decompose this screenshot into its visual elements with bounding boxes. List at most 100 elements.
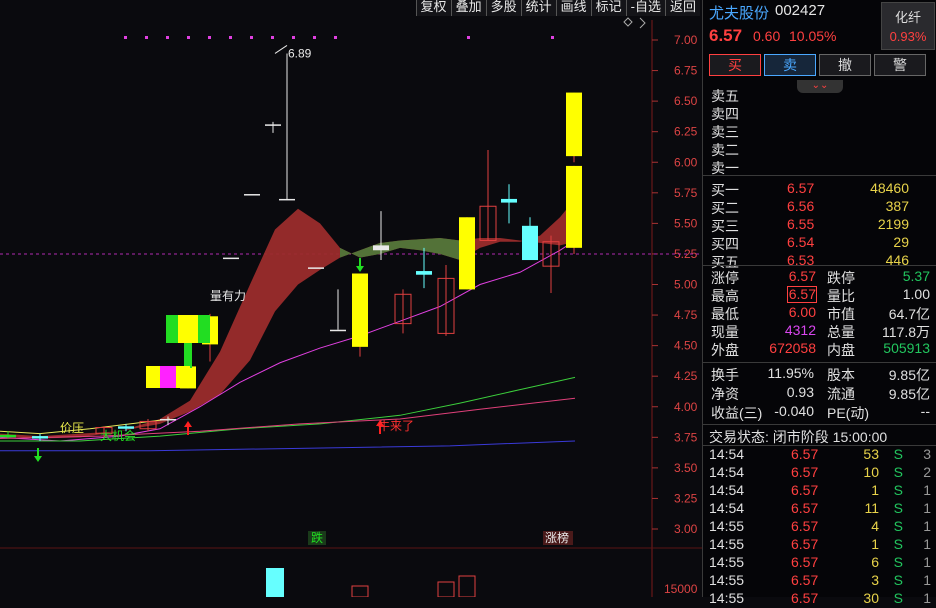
chevron-right-icon [639,17,646,29]
tick-side: S [893,464,903,480]
tick-row[interactable]: 14:54 6.57 53 S 3 [703,446,936,464]
divider [703,265,936,266]
signal-block [184,343,192,368]
tick-volume: 53 [863,446,879,462]
stat-label: 市值 [827,306,855,322]
toolbar-button[interactable]: 画线 [555,0,591,16]
price-change: 0.60 [753,28,781,44]
divider [703,424,936,425]
tick-row[interactable]: 14:55 6.57 30 S 1 [703,590,936,608]
y-tick-label: 7.00 [674,33,698,47]
tick-volume: 10 [863,464,879,480]
order-book-row[interactable]: 卖一 [703,158,936,176]
stat-label: 股本 [827,367,855,383]
stat-value: 1.00 [902,286,930,302]
order-level-label: 卖二 [711,142,739,158]
tick-price: 6.57 [791,446,819,462]
candle-body [279,198,295,201]
tick-volume: 11 [864,500,879,516]
tick-row[interactable]: 14:55 6.57 1 S 1 [703,536,936,554]
stat-value: 9.85亿 [888,367,930,383]
stat-label: 流通 [827,386,855,402]
order-book-row[interactable]: 买二 6.56 387 [703,198,936,216]
toolbar-button[interactable]: 复权 [415,0,451,16]
divider [703,362,936,363]
order-level-label: 卖四 [711,106,739,122]
stat-label: 量比 [827,288,855,304]
cancel-order-button[interactable]: 撤 [819,54,871,76]
kline-svg[interactable]: 7.006.756.506.256.005.755.505.255.004.75… [0,0,702,598]
tick-time: 14:55 [709,572,745,588]
order-book-row[interactable]: 卖五 [703,86,936,104]
toolbar-button[interactable]: 标记 [590,0,626,16]
tick-row[interactable]: 14:54 6.57 11 S 1 [703,500,936,518]
signal-dot [124,36,127,39]
y-tick-label: 6.25 [674,125,698,139]
stat-label: 总量 [827,324,855,340]
toolbar-button[interactable]: 叠加 [450,0,486,16]
y-tick-label: 5.00 [674,278,698,292]
candle-body [308,267,324,269]
tick-side: S [893,500,903,516]
stat-label: 跌停 [827,270,855,286]
order-book-row[interactable]: 卖二 [703,140,936,158]
order-book-row[interactable]: 卖四 [703,104,936,122]
stat-value: 0.93 [786,384,814,400]
down-arrow-icon [356,258,364,272]
kline-chart[interactable]: 7.00 6.75 6.50 6.25 6.00 5.75 5.50 5.25 5.00 4.75… [0,0,702,598]
candle-body [223,257,239,260]
stat-label: 涨停 [711,270,739,286]
tick-row[interactable]: 14:55 6.57 4 S 1 [703,518,936,536]
stat-value: 4312 [784,322,816,338]
tick-row[interactable]: 14:55 6.57 3 S 1 [703,572,936,590]
order-book-row[interactable]: 卖三 [703,122,936,140]
tick-side: S [893,518,903,534]
volume-tick-label: 15000 [664,582,698,596]
ma-line-green [0,376,576,442]
candle-body [0,434,16,438]
high-value-box [787,286,817,303]
order-level-label: 卖五 [711,88,739,104]
order-book-row[interactable]: 买一 6.57 48460 [703,180,936,198]
price-change-pct: 10.05% [789,28,837,44]
chart-annotation: 牛来了 [378,418,414,433]
tick-count: 1 [923,536,931,552]
tick-row[interactable]: 14:55 6.57 6 S 1 [703,554,936,572]
stat-label: 最低 [711,306,739,322]
stat-label: 现量 [711,324,739,340]
sell-button[interactable]: 卖 [764,54,816,76]
tick-count: 1 [923,482,931,498]
diamond-icon [623,17,633,27]
stat-value: 672058 [769,340,816,356]
tick-row[interactable]: 14:54 6.57 1 S 1 [703,482,936,500]
stat-label: 换手 [711,367,739,383]
chart-annotation: 大机会 [100,429,136,443]
signal-dot [313,36,316,39]
toolbar-button[interactable]: 返回 [664,0,700,16]
toolbar-button[interactable]: -自选 [625,0,665,16]
tick-volume: 30 [863,590,879,606]
y-tick-label: 6.50 [674,94,698,108]
stock-name[interactable]: 尤夫股份 [709,2,769,23]
alert-button[interactable]: 警 [874,54,926,76]
stat-value: 11.95% [767,365,814,381]
tick-row[interactable]: 14:54 6.57 10 S 2 [703,464,936,482]
buy-button[interactable]: 买 [709,54,761,76]
order-level-label: 卖三 [711,124,739,140]
candle-body [416,271,432,275]
toolbar-button[interactable]: 统计 [520,0,556,16]
y-tick-label: 6.75 [674,64,698,78]
toolbar-button[interactable]: 多股 [485,0,521,16]
sector-box[interactable]: 化纤 0.93% [881,2,935,50]
order-price: 6.54 [787,234,815,250]
high-price-label: 6.89 [288,46,312,60]
y-tick-label: 4.50 [674,339,698,353]
tick-volume: 4 [871,518,879,534]
stat-value: -0.040 [774,403,814,419]
order-book-row[interactable]: 买四 6.54 29 [703,234,936,252]
tick-count: 2 [923,464,931,480]
order-book-row[interactable]: 买三 6.55 2199 [703,216,936,234]
stat-value: 9.85亿 [888,386,930,402]
tick-side: S [893,572,903,588]
stat-label: 外盘 [711,342,739,358]
